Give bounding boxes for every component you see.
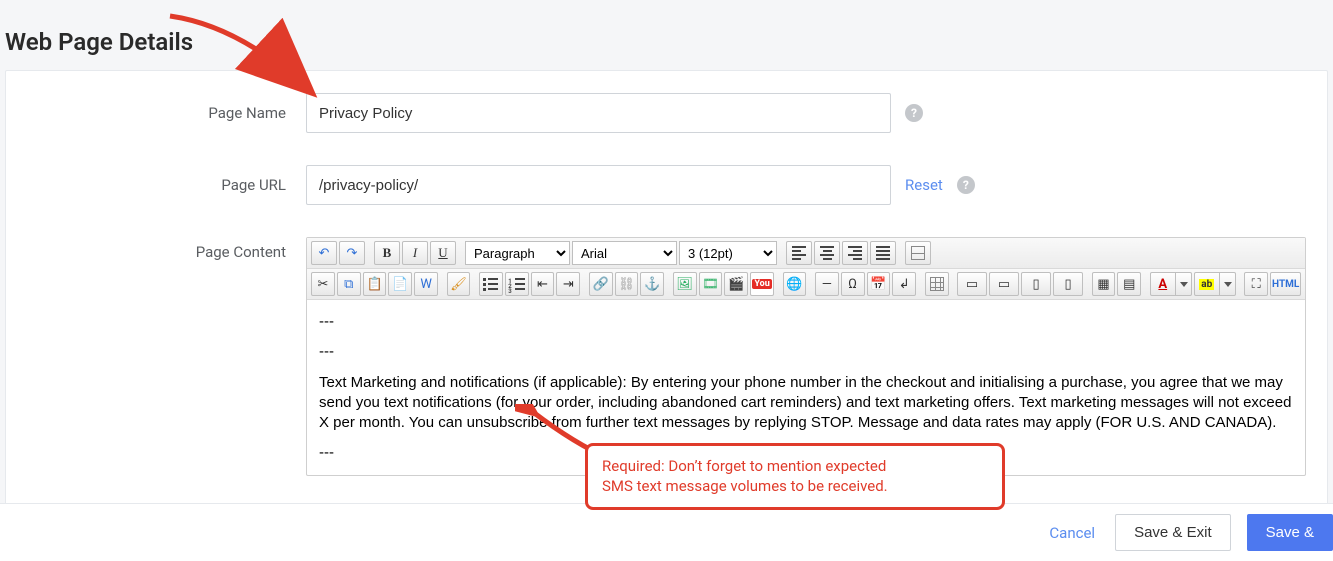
undo-icon[interactable]: ↶ [311,241,337,265]
editor-toolbar-row-1: ↶ ↷ B I U Paragraph Arial 3 (12pt) [307,238,1305,269]
table-insert-icon[interactable] [925,272,949,296]
layout-icon[interactable] [905,241,931,265]
media-icon[interactable]: 🎞 [699,272,723,296]
paste-word-icon[interactable]: W [414,272,438,296]
col-tool-2-icon[interactable]: ▯ [1053,272,1083,296]
outdent-icon[interactable]: ⇤ [531,272,555,296]
bold-button[interactable]: B [374,241,400,265]
image-icon[interactable]: 🖼 [673,272,697,296]
link-icon[interactable]: 🔗 [589,272,613,296]
bulleted-list-icon[interactable] [479,272,503,296]
reset-link[interactable]: Reset [905,176,943,194]
font-color-button[interactable]: A [1150,272,1192,296]
indent-icon[interactable]: ⇥ [556,272,580,296]
align-justify-icon[interactable] [870,241,896,265]
cancel-button[interactable]: Cancel [1043,524,1101,542]
anchor-icon[interactable]: ⚓ [640,272,664,296]
highlight-color-button[interactable]: ab [1194,272,1236,296]
video-icon[interactable]: 🎬 [724,272,748,296]
save-exit-button[interactable]: Save & Exit [1115,514,1231,551]
row-tool-icon[interactable]: ▭ [957,272,987,296]
page-content-label: Page Content [26,237,306,261]
redo-icon[interactable]: ↷ [339,241,365,265]
split-cells-icon[interactable]: ▤ [1117,272,1141,296]
editor-content-area[interactable]: --- --- Text Marketing and notifications… [307,300,1305,475]
editor-toolbar-row-2: ✂ ⧉ 📋 📄 W 🖌 123 ⇤ ⇥ 🔗 ⛓ ⚓ [307,269,1305,300]
youtube-icon[interactable]: You [750,272,774,296]
page-name-input[interactable] [306,93,891,133]
content-line: --- [319,312,1293,332]
merge-cells-icon[interactable]: ▦ [1092,272,1116,296]
align-center-icon[interactable] [814,241,840,265]
cut-icon[interactable]: ✂ [311,272,335,296]
page-url-label: Page URL [26,176,306,194]
rich-text-editor: ↶ ↷ B I U Paragraph Arial 3 (12pt) [306,237,1306,476]
align-left-icon[interactable] [786,241,812,265]
copy-icon[interactable]: ⧉ [337,272,361,296]
paste-icon[interactable]: 📋 [363,272,387,296]
html-source-button[interactable]: HTML [1270,272,1301,296]
globe-icon[interactable]: 🌐 [783,272,807,296]
italic-button[interactable]: I [402,241,428,265]
col-tool-icon[interactable]: ▯ [1021,272,1051,296]
underline-button[interactable]: U [430,241,456,265]
hr-icon[interactable]: — [815,272,839,296]
content-paragraph: Text Marketing and notifications (if app… [319,373,1293,434]
fullscreen-icon[interactable]: ⛶ [1244,272,1268,296]
paste-text-icon[interactable]: 📄 [388,272,412,296]
numbered-list-icon[interactable]: 123 [505,272,529,296]
content-line: --- [319,443,1293,463]
help-icon[interactable]: ? [905,104,923,122]
font-size-select[interactable]: 3 (12pt) [679,241,777,265]
align-right-icon[interactable] [842,241,868,265]
font-face-select[interactable]: Arial [572,241,677,265]
footer-actions: Cancel Save & Exit Save & [0,503,1333,561]
block-format-select[interactable]: Paragraph [465,241,570,265]
insert-date-icon[interactable]: 📅 [867,272,891,296]
content-line: --- [319,342,1293,362]
clear-formatting-icon[interactable]: 🖌 [447,272,471,296]
help-icon[interactable]: ? [957,176,975,194]
unlink-icon[interactable]: ⛓ [615,272,639,296]
row-tool-2-icon[interactable]: ▭ [989,272,1019,296]
save-button[interactable]: Save & [1247,514,1333,551]
special-char-icon[interactable]: Ω [841,272,865,296]
details-panel: Page Name ? Page URL Reset ? Page Conten… [5,70,1328,529]
page-name-label: Page Name [26,104,306,122]
field-page-name: Page Name ? [26,93,1307,133]
page-heading: Web Page Details [0,0,1333,70]
field-page-url: Page URL Reset ? [26,165,1307,205]
page-url-input[interactable] [306,165,891,205]
field-page-content: Page Content ↶ ↷ B I U Paragraph Arial 3… [26,237,1307,476]
insert-break-icon[interactable]: ↲ [892,272,916,296]
